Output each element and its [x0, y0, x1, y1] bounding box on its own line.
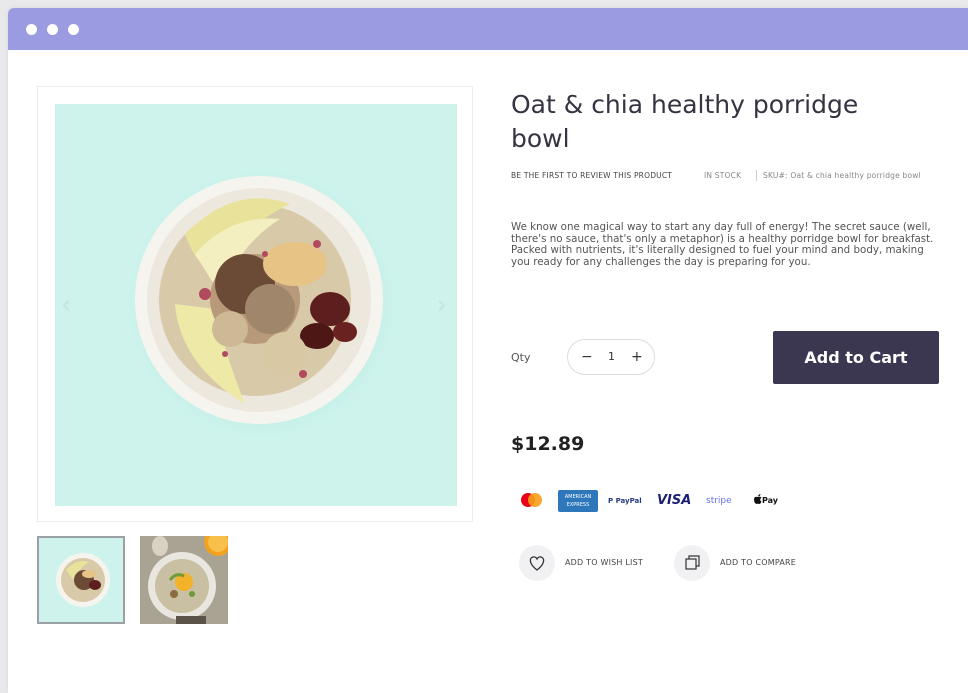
- product-gallery: ‹ ›: [37, 86, 473, 522]
- mastercard-icon: [517, 490, 545, 512]
- stock-status: IN STOCK: [704, 171, 742, 180]
- product-title: Oat & chia healthy porridge bowl: [511, 90, 859, 153]
- window-control-dot[interactable]: [26, 24, 37, 35]
- apple-icon: [754, 494, 762, 504]
- add-to-cart-button[interactable]: Add to Cart: [773, 331, 939, 384]
- paypal-icon: P PayPal: [608, 497, 642, 505]
- amex-icon: AMERICAN EXPRESS: [558, 490, 598, 512]
- window-titlebar: [8, 8, 968, 50]
- porridge-orange-thumbnail-image: [140, 536, 228, 624]
- copy-icon: [674, 545, 710, 581]
- compare-label: ADD TO COMPARE: [720, 558, 797, 567]
- visa-icon: VISA: [657, 493, 692, 508]
- qty-increase-button[interactable]: +: [631, 349, 643, 365]
- product-description: We know one magical way to start any day…: [511, 221, 934, 268]
- payment-methods: AMERICAN EXPRESS P PayPal VISA stripe Pa…: [511, 490, 811, 512]
- thumbnail-porridge-bowl[interactable]: [37, 536, 125, 624]
- apple-pay-label: Pay: [762, 496, 779, 505]
- thumbnail-porridge-orange[interactable]: [140, 536, 228, 624]
- qty-decrease-button[interactable]: −: [581, 349, 593, 365]
- qty-input[interactable]: 1: [608, 350, 615, 363]
- add-to-compare-button[interactable]: ADD TO COMPARE: [674, 545, 834, 581]
- quantity-stepper: − 1 +: [567, 339, 655, 375]
- heart-icon: [519, 545, 555, 581]
- apple-pay-icon: Pay: [754, 490, 784, 512]
- add-to-wishlist-button[interactable]: ADD TO WISH LIST: [519, 545, 669, 581]
- gallery-next-arrow[interactable]: ›: [437, 290, 447, 320]
- window-control-dot[interactable]: [68, 24, 79, 35]
- gallery-prev-arrow[interactable]: ‹: [61, 290, 71, 320]
- product-price: $12.89: [511, 433, 585, 455]
- stripe-icon: stripe: [706, 496, 732, 506]
- sku-text: SKU#: Oat & chia healthy porridge bowl: [763, 171, 921, 180]
- product-sku: SKU#: Oat & chia healthy porridge bowl: [756, 170, 956, 181]
- window-control-dot[interactable]: [47, 24, 58, 35]
- qty-label: Qty: [511, 351, 531, 364]
- divider: [756, 170, 757, 181]
- porridge-bowl-thumbnail-image: [56, 553, 110, 607]
- wishlist-label: ADD TO WISH LIST: [565, 558, 643, 567]
- review-link[interactable]: BE THE FIRST TO REVIEW THIS PRODUCT: [511, 170, 691, 181]
- porridge-bowl-image: [122, 164, 402, 444]
- product-main-image[interactable]: ‹ ›: [55, 104, 457, 506]
